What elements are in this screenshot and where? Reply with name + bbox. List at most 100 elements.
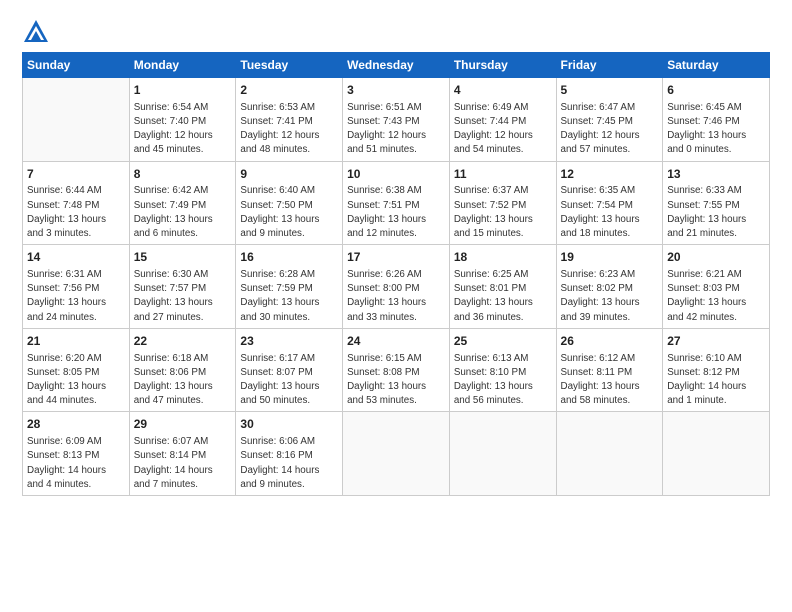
day-header-sunday: Sunday bbox=[23, 53, 130, 78]
day-info: Sunrise: 6:13 AMSunset: 8:10 PMDaylight:… bbox=[454, 352, 552, 409]
day-number: 11 bbox=[454, 166, 552, 183]
calendar-cell bbox=[663, 412, 770, 496]
day-info: Sunrise: 6:51 AMSunset: 7:43 PMDaylight:… bbox=[347, 101, 445, 158]
day-number: 12 bbox=[561, 166, 659, 183]
calendar-cell bbox=[449, 412, 556, 496]
day-info: Sunrise: 6:09 AMSunset: 8:13 PMDaylight:… bbox=[27, 435, 125, 492]
logo-icon bbox=[22, 18, 50, 46]
calendar-cell: 30 Sunrise: 6:06 AMSunset: 8:16 PMDayligh… bbox=[236, 412, 343, 496]
day-info: Sunrise: 6:20 AMSunset: 8:05 PMDaylight:… bbox=[27, 352, 125, 409]
header bbox=[22, 18, 770, 46]
week-row-4: 21 Sunrise: 6:20 AMSunset: 8:05 PMDayligh… bbox=[23, 328, 770, 412]
day-header-thursday: Thursday bbox=[449, 53, 556, 78]
day-header-wednesday: Wednesday bbox=[343, 53, 450, 78]
week-row-1: 1 Sunrise: 6:54 AMSunset: 7:40 PMDaylight… bbox=[23, 78, 770, 162]
day-info: Sunrise: 6:17 AMSunset: 8:07 PMDaylight:… bbox=[240, 352, 338, 409]
day-info: Sunrise: 6:37 AMSunset: 7:52 PMDaylight:… bbox=[454, 184, 552, 241]
calendar-cell: 17 Sunrise: 6:26 AMSunset: 8:00 PMDayligh… bbox=[343, 245, 450, 329]
day-number: 17 bbox=[347, 249, 445, 266]
day-info: Sunrise: 6:10 AMSunset: 8:12 PMDaylight:… bbox=[667, 352, 765, 409]
calendar-cell: 15 Sunrise: 6:30 AMSunset: 7:57 PMDayligh… bbox=[129, 245, 236, 329]
day-info: Sunrise: 6:07 AMSunset: 8:14 PMDaylight:… bbox=[134, 435, 232, 492]
day-info: Sunrise: 6:47 AMSunset: 7:45 PMDaylight:… bbox=[561, 101, 659, 158]
day-info: Sunrise: 6:54 AMSunset: 7:40 PMDaylight:… bbox=[134, 101, 232, 158]
calendar-cell bbox=[23, 78, 130, 162]
day-number: 14 bbox=[27, 249, 125, 266]
calendar-cell: 25 Sunrise: 6:13 AMSunset: 8:10 PMDayligh… bbox=[449, 328, 556, 412]
week-row-5: 28 Sunrise: 6:09 AMSunset: 8:13 PMDayligh… bbox=[23, 412, 770, 496]
calendar-cell: 18Sunrise: 6:25 AMSunset: 8:01 PMDayligh… bbox=[449, 245, 556, 329]
logo bbox=[22, 18, 54, 46]
calendar-cell: 19 Sunrise: 6:23 AMSunset: 8:02 PMDayligh… bbox=[556, 245, 663, 329]
calendar-cell: 24Sunrise: 6:15 AMSunset: 8:08 PMDayligh… bbox=[343, 328, 450, 412]
day-number: 21 bbox=[27, 333, 125, 350]
day-number: 23 bbox=[240, 333, 338, 350]
day-number: 8 bbox=[134, 166, 232, 183]
day-number: 29 bbox=[134, 416, 232, 433]
calendar-cell: 29 Sunrise: 6:07 AMSunset: 8:14 PMDayligh… bbox=[129, 412, 236, 496]
calendar-cell: 2Sunrise: 6:53 AMSunset: 7:41 PMDaylight… bbox=[236, 78, 343, 162]
day-info: Sunrise: 6:30 AMSunset: 7:57 PMDaylight:… bbox=[134, 268, 232, 325]
day-info: Sunrise: 6:12 AMSunset: 8:11 PMDaylight:… bbox=[561, 352, 659, 409]
day-number: 27 bbox=[667, 333, 765, 350]
day-info: Sunrise: 6:28 AMSunset: 7:59 PMDaylight:… bbox=[240, 268, 338, 325]
day-number: 9 bbox=[240, 166, 338, 183]
calendar-cell: 9Sunrise: 6:40 AMSunset: 7:50 PMDaylight… bbox=[236, 161, 343, 245]
day-number: 20 bbox=[667, 249, 765, 266]
day-number: 15 bbox=[134, 249, 232, 266]
day-number: 30 bbox=[240, 416, 338, 433]
calendar-cell: 16Sunrise: 6:28 AMSunset: 7:59 PMDayligh… bbox=[236, 245, 343, 329]
day-info: Sunrise: 6:33 AMSunset: 7:55 PMDaylight:… bbox=[667, 184, 765, 241]
calendar-cell: 12Sunrise: 6:35 AMSunset: 7:54 PMDayligh… bbox=[556, 161, 663, 245]
calendar-cell: 11Sunrise: 6:37 AMSunset: 7:52 PMDayligh… bbox=[449, 161, 556, 245]
calendar-cell: 23 Sunrise: 6:17 AMSunset: 8:07 PMDayligh… bbox=[236, 328, 343, 412]
calendar-cell: 22Sunrise: 6:18 AMSunset: 8:06 PMDayligh… bbox=[129, 328, 236, 412]
day-number: 1 bbox=[134, 82, 232, 99]
header-row: SundayMondayTuesdayWednesdayThursdayFrid… bbox=[23, 53, 770, 78]
calendar-cell: 26Sunrise: 6:12 AMSunset: 8:11 PMDayligh… bbox=[556, 328, 663, 412]
day-info: Sunrise: 6:15 AMSunset: 8:08 PMDaylight:… bbox=[347, 352, 445, 409]
calendar-cell: 1 Sunrise: 6:54 AMSunset: 7:40 PMDaylight… bbox=[129, 78, 236, 162]
day-number: 5 bbox=[561, 82, 659, 99]
calendar-cell: 3Sunrise: 6:51 AMSunset: 7:43 PMDaylight… bbox=[343, 78, 450, 162]
day-number: 6 bbox=[667, 82, 765, 99]
day-number: 7 bbox=[27, 166, 125, 183]
day-info: Sunrise: 6:38 AMSunset: 7:51 PMDaylight:… bbox=[347, 184, 445, 241]
page: SundayMondayTuesdayWednesdayThursdayFrid… bbox=[0, 0, 792, 506]
day-header-tuesday: Tuesday bbox=[236, 53, 343, 78]
calendar-cell: 6 Sunrise: 6:45 AMSunset: 7:46 PMDaylight… bbox=[663, 78, 770, 162]
day-header-friday: Friday bbox=[556, 53, 663, 78]
calendar-cell: 21 Sunrise: 6:20 AMSunset: 8:05 PMDayligh… bbox=[23, 328, 130, 412]
calendar-cell: 20 Sunrise: 6:21 AMSunset: 8:03 PMDayligh… bbox=[663, 245, 770, 329]
week-row-3: 14 Sunrise: 6:31 AMSunset: 7:56 PMDayligh… bbox=[23, 245, 770, 329]
calendar-cell: 7Sunrise: 6:44 AMSunset: 7:48 PMDaylight… bbox=[23, 161, 130, 245]
day-info: Sunrise: 6:21 AMSunset: 8:03 PMDaylight:… bbox=[667, 268, 765, 325]
calendar-cell: 28 Sunrise: 6:09 AMSunset: 8:13 PMDayligh… bbox=[23, 412, 130, 496]
calendar-cell: 14 Sunrise: 6:31 AMSunset: 7:56 PMDayligh… bbox=[23, 245, 130, 329]
day-info: Sunrise: 6:25 AMSunset: 8:01 PMDaylight:… bbox=[454, 268, 552, 325]
calendar-table: SundayMondayTuesdayWednesdayThursdayFrid… bbox=[22, 52, 770, 496]
day-number: 28 bbox=[27, 416, 125, 433]
day-info: Sunrise: 6:49 AMSunset: 7:44 PMDaylight:… bbox=[454, 101, 552, 158]
day-info: Sunrise: 6:42 AMSunset: 7:49 PMDaylight:… bbox=[134, 184, 232, 241]
day-info: Sunrise: 6:45 AMSunset: 7:46 PMDaylight:… bbox=[667, 101, 765, 158]
day-info: Sunrise: 6:23 AMSunset: 8:02 PMDaylight:… bbox=[561, 268, 659, 325]
day-info: Sunrise: 6:35 AMSunset: 7:54 PMDaylight:… bbox=[561, 184, 659, 241]
day-header-monday: Monday bbox=[129, 53, 236, 78]
day-info: Sunrise: 6:44 AMSunset: 7:48 PMDaylight:… bbox=[27, 184, 125, 241]
week-row-2: 7Sunrise: 6:44 AMSunset: 7:48 PMDaylight… bbox=[23, 161, 770, 245]
day-number: 19 bbox=[561, 249, 659, 266]
calendar-cell: 27 Sunrise: 6:10 AMSunset: 8:12 PMDayligh… bbox=[663, 328, 770, 412]
calendar-cell: 5 Sunrise: 6:47 AMSunset: 7:45 PMDaylight… bbox=[556, 78, 663, 162]
day-number: 13 bbox=[667, 166, 765, 183]
calendar-cell: 4Sunrise: 6:49 AMSunset: 7:44 PMDaylight… bbox=[449, 78, 556, 162]
calendar-cell: 10Sunrise: 6:38 AMSunset: 7:51 PMDayligh… bbox=[343, 161, 450, 245]
day-info: Sunrise: 6:26 AMSunset: 8:00 PMDaylight:… bbox=[347, 268, 445, 325]
day-info: Sunrise: 6:18 AMSunset: 8:06 PMDaylight:… bbox=[134, 352, 232, 409]
day-info: Sunrise: 6:31 AMSunset: 7:56 PMDaylight:… bbox=[27, 268, 125, 325]
day-number: 25 bbox=[454, 333, 552, 350]
day-info: Sunrise: 6:06 AMSunset: 8:16 PMDaylight:… bbox=[240, 435, 338, 492]
day-number: 2 bbox=[240, 82, 338, 99]
calendar-cell: 13Sunrise: 6:33 AMSunset: 7:55 PMDayligh… bbox=[663, 161, 770, 245]
calendar-cell bbox=[343, 412, 450, 496]
